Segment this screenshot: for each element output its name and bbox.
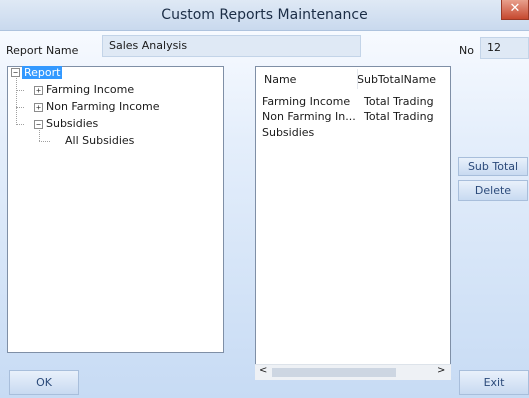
tree-item-all-subsidies[interactable]: All Subsidies (65, 133, 134, 149)
title-bar: Custom Reports Maintenance ✕ (0, 0, 529, 31)
collapse-icon[interactable]: − (11, 68, 20, 77)
tree-root-label: Report (22, 66, 63, 79)
collapse-icon[interactable]: − (34, 120, 43, 129)
scroll-thumb[interactable] (272, 368, 396, 377)
tree-item-non-farming-income[interactable]: Non Farming Income (46, 99, 160, 115)
expand-icon[interactable]: + (34, 86, 43, 95)
list-item-name[interactable]: Non Farming In... (262, 110, 356, 123)
close-icon[interactable]: ✕ (501, 0, 529, 20)
list-item-subtotal: Total Trading (364, 110, 434, 123)
no-field[interactable]: 12 (480, 37, 529, 59)
subtotal-list[interactable]: Name SubTotalName Farming Income Total T… (255, 66, 451, 379)
column-header-name[interactable]: Name (264, 73, 296, 86)
dialog-client: Report Name Sales Analysis No 12 − Repor… (0, 31, 529, 398)
tree-item-subsidies[interactable]: Subsidies (46, 116, 98, 132)
sub-total-button[interactable]: Sub Total (458, 157, 528, 176)
exit-button[interactable]: Exit (459, 370, 529, 395)
expand-icon[interactable]: + (34, 103, 43, 112)
scroll-left-icon[interactable]: < (259, 365, 267, 376)
window-title: Custom Reports Maintenance (161, 7, 368, 23)
no-label: No (459, 44, 474, 57)
delete-button[interactable]: Delete (458, 180, 528, 201)
report-name-field[interactable]: Sales Analysis (102, 35, 361, 57)
column-header-subtotalname[interactable]: SubTotalName (357, 73, 436, 86)
scroll-right-icon[interactable]: > (437, 365, 445, 376)
horizontal-scrollbar[interactable]: < > (255, 364, 451, 380)
tree-root[interactable]: Report (22, 65, 63, 81)
report-tree[interactable]: − Report + Farming Income + Non Farming … (7, 66, 224, 353)
report-name-label: Report Name (6, 44, 79, 57)
list-item-name[interactable]: Farming Income (262, 95, 350, 108)
list-item-name[interactable]: Subsidies (262, 126, 314, 139)
tree-item-farming-income[interactable]: Farming Income (46, 82, 134, 98)
list-item-subtotal: Total Trading (364, 95, 434, 108)
ok-button[interactable]: OK (9, 370, 79, 395)
